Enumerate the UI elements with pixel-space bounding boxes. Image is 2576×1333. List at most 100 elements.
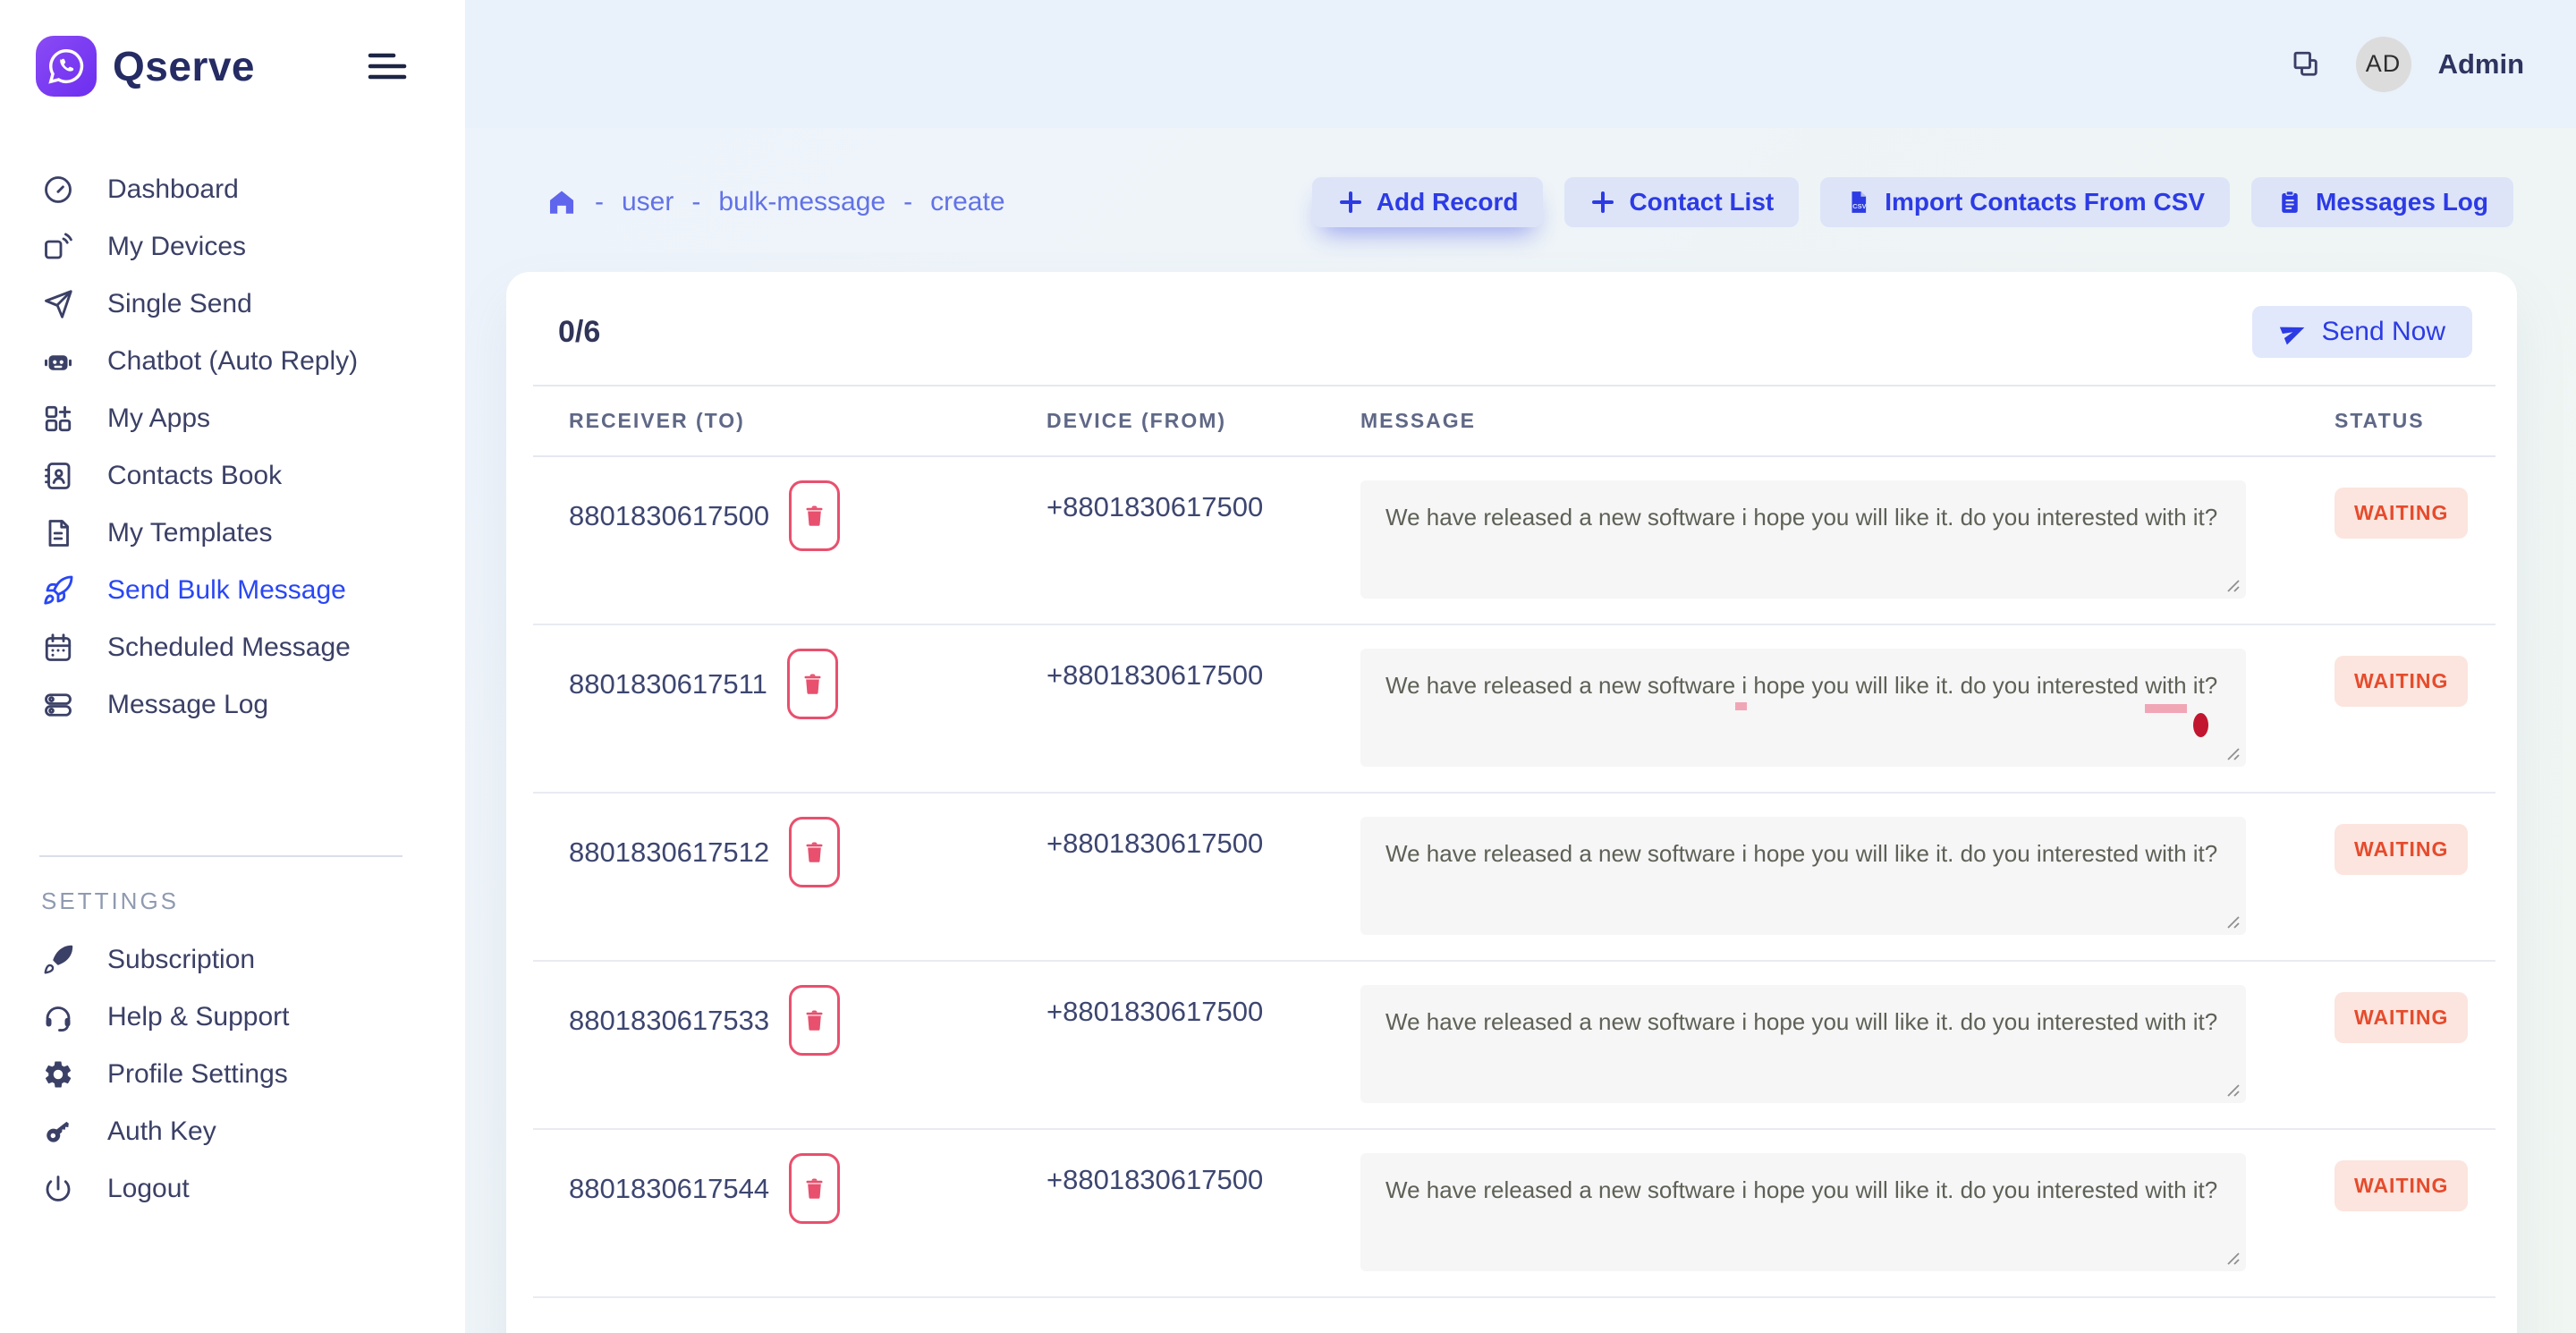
receiver-number: 8801830617533 <box>569 985 769 1037</box>
plus-icon <box>1337 189 1364 216</box>
toggles-icon <box>41 689 75 721</box>
device-number: +8801830617500 <box>1046 1153 1263 1196</box>
device-number: +8801830617500 <box>1046 817 1263 860</box>
message-textarea[interactable]: We have released a new software i hope y… <box>1360 480 2246 599</box>
apps-grid-icon <box>41 403 75 435</box>
bulk-message-table: RECEIVER (TO) DEVICE (FROM) MESSAGE STAT… <box>533 385 2496 1298</box>
resize-handle-icon[interactable] <box>2221 742 2241 761</box>
header-receiver: RECEIVER (TO) <box>533 409 1046 433</box>
message-cell: We have released a new software i hope y… <box>1360 649 2246 767</box>
send-now-button[interactable]: Send Now <box>2252 306 2472 358</box>
delete-row-button[interactable] <box>789 480 840 551</box>
message-cell: We have released a new software i hope y… <box>1360 985 2246 1103</box>
status-badge: WAITING <box>2334 488 2468 539</box>
receiver-number: 8801830617512 <box>569 817 769 869</box>
resize-handle-icon[interactable] <box>2221 1246 2241 1266</box>
sidebar-item-single-send[interactable]: Single Send <box>0 276 465 333</box>
card-header: 0/6 Send Now <box>506 272 2517 385</box>
grammar-dot <box>2193 713 2208 737</box>
resize-handle-icon[interactable] <box>2221 1078 2241 1098</box>
table-row: 8801830617511 +8801830617500 We have rel… <box>533 625 2496 794</box>
message-textarea[interactable]: We have released a new software i hope y… <box>1360 1153 2246 1271</box>
messages-log-button[interactable]: Messages Log <box>2251 177 2513 227</box>
breadcrumb-row: - user - bulk-message - create Add Recor… <box>547 177 2513 227</box>
topbar: AD Admin <box>465 0 2576 128</box>
status-badge: WAITING <box>2334 1160 2468 1211</box>
add-record-button[interactable]: Add Record <box>1312 177 1544 227</box>
sidebar-item-dashboard[interactable]: Dashboard <box>0 161 465 218</box>
gear-icon <box>41 1058 75 1091</box>
resize-handle-icon[interactable] <box>2221 573 2241 593</box>
message-textarea[interactable]: We have released a new software i hope y… <box>1360 649 2246 767</box>
receiver-number: 8801830617511 <box>569 649 767 700</box>
delete-row-button[interactable] <box>789 1153 840 1224</box>
delete-row-button[interactable] <box>787 649 838 719</box>
sidebar-item-my-templates[interactable]: My Templates <box>0 505 465 562</box>
receiver-number: 8801830617544 <box>569 1153 769 1205</box>
clipboard-icon <box>2276 189 2303 216</box>
sidebar-divider <box>39 855 402 857</box>
main-content: - user - bulk-message - create Add Recor… <box>465 128 2576 1333</box>
breadcrumb-item-create[interactable]: create <box>930 187 1004 217</box>
svg-text:CSV: CSV <box>1852 202 1866 210</box>
delete-row-button[interactable] <box>789 985 840 1056</box>
breadcrumb-item-bulk-message[interactable]: bulk-message <box>718 187 886 217</box>
status-badge: WAITING <box>2334 656 2468 707</box>
sidebar-item-logout[interactable]: Logout <box>0 1160 465 1218</box>
contacts-book-icon <box>41 460 75 492</box>
trash-icon <box>802 840 826 864</box>
sidebar-item-chatbot[interactable]: Chatbot (Auto Reply) <box>0 333 465 390</box>
headset-icon <box>41 1001 75 1033</box>
rocket-filled-icon <box>41 944 75 976</box>
bulk-message-card: 0/6 Send Now RECEIVER (TO) DEVICE (FROM)… <box>506 272 2517 1333</box>
contact-list-button[interactable]: Contact List <box>1564 177 1799 227</box>
whatsapp-logo-icon <box>36 36 97 97</box>
user-name: Admin <box>2438 48 2524 81</box>
sidebar-item-send-bulk-message[interactable]: Send Bulk Message <box>0 562 465 619</box>
table-header-row: RECEIVER (TO) DEVICE (FROM) MESSAGE STAT… <box>533 385 2496 457</box>
send-icon <box>2279 318 2308 346</box>
rocket-icon <box>41 574 75 607</box>
sidebar-nav: Dashboard My Devices Single Send <box>0 161 465 734</box>
import-csv-button[interactable]: CSV Import Contacts From CSV <box>1820 177 2230 227</box>
delete-row-button[interactable] <box>789 817 840 887</box>
resize-handle-icon[interactable] <box>2221 910 2241 930</box>
trash-icon <box>801 672 825 696</box>
power-icon <box>41 1173 75 1205</box>
sidebar-item-my-apps[interactable]: My Apps <box>0 390 465 447</box>
table-row: 8801830617500 +8801830617500 We have rel… <box>533 457 2496 625</box>
device-number: +8801830617500 <box>1046 985 1263 1028</box>
breadcrumb-item-user[interactable]: user <box>622 187 674 217</box>
trash-icon <box>802 504 826 528</box>
status-badge: WAITING <box>2334 824 2468 875</box>
sidebar-item-contacts-book[interactable]: Contacts Book <box>0 447 465 505</box>
sidebar-item-profile-settings[interactable]: Profile Settings <box>0 1046 465 1103</box>
robot-icon <box>41 345 75 378</box>
sidebar-item-help-support[interactable]: Help & Support <box>0 989 465 1046</box>
message-cell: We have released a new software i hope y… <box>1360 817 2246 935</box>
sidebar-item-message-log[interactable]: Message Log <box>0 676 465 734</box>
table-row: 8801830617533 +8801830617500 We have rel… <box>533 962 2496 1130</box>
sidebar-item-auth-key[interactable]: Auth Key <box>0 1103 465 1160</box>
device-number: +8801830617500 <box>1046 480 1263 523</box>
sidebar-item-subscription[interactable]: Subscription <box>0 931 465 989</box>
sidebar-item-my-devices[interactable]: My Devices <box>0 218 465 276</box>
settings-nav: Subscription Help & Support <box>0 931 465 1218</box>
header-status: STATUS <box>2334 409 2496 433</box>
sidebar-item-scheduled-message[interactable]: Scheduled Message <box>0 619 465 676</box>
action-buttons: Add Record Contact List CSV Import Conta… <box>1312 177 2513 227</box>
status-badge: WAITING <box>2334 992 2468 1043</box>
avatar[interactable]: AD <box>2356 37 2411 92</box>
header-device: DEVICE (FROM) <box>1046 409 1360 433</box>
message-textarea[interactable]: We have released a new software i hope y… <box>1360 985 2246 1103</box>
overlap-squares-icon[interactable] <box>2290 48 2322 81</box>
settings-section-label: SETTINGS <box>41 887 465 915</box>
trash-icon <box>802 1008 826 1032</box>
home-icon[interactable] <box>547 187 577 217</box>
sidebar: Qserve Dashboard <box>0 0 465 1333</box>
app-window: Qserve Dashboard <box>0 0 2576 1333</box>
menu-toggle-icon[interactable] <box>367 50 408 82</box>
device-icon <box>41 231 75 263</box>
table-body: 8801830617500 +8801830617500 We have rel… <box>533 457 2496 1298</box>
message-textarea[interactable]: We have released a new software i hope y… <box>1360 817 2246 935</box>
